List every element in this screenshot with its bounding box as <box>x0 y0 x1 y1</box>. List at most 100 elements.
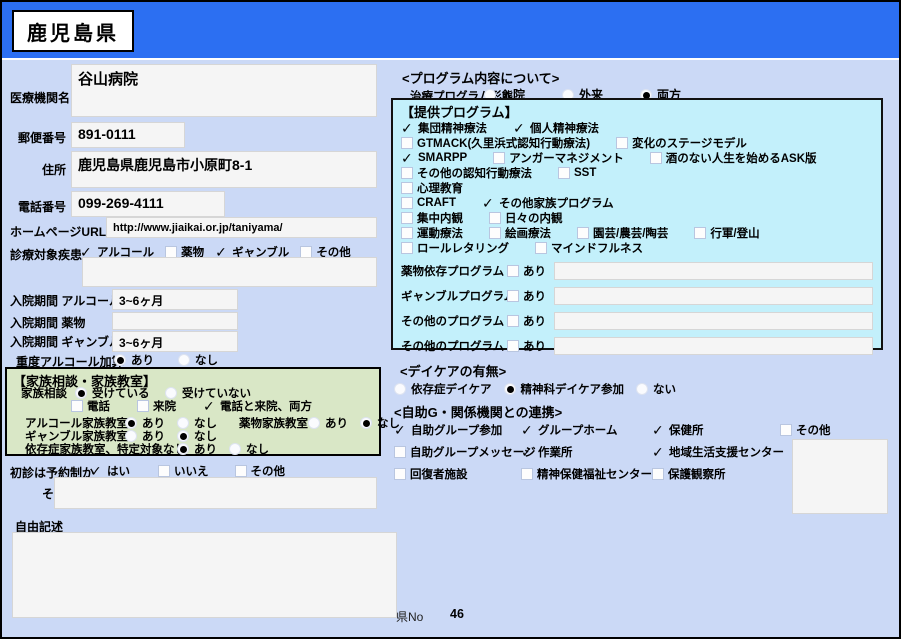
radio-icon <box>114 354 126 366</box>
checkbox-icon <box>401 196 413 209</box>
program-line-input[interactable] <box>554 262 873 280</box>
stay-alcohol-input[interactable]: 3~6ヶ月 <box>112 289 238 310</box>
checkbox-label: 自助グループメッセージ <box>410 447 536 459</box>
stay-gamble-input[interactable]: 3~6ヶ月 <box>112 331 238 352</box>
checkbox-checked[interactable]: ✓ 自助グループ参加 <box>394 422 521 438</box>
checkbox-unchecked[interactable]: 集中内観 <box>401 210 463 226</box>
checkbox-unchecked[interactable]: あり <box>507 263 546 279</box>
checkbox-unchecked[interactable]: SST <box>558 166 596 179</box>
stay-drug-input[interactable] <box>112 312 238 330</box>
program-line-input[interactable] <box>554 312 873 330</box>
checkbox-unchecked[interactable]: 自助グループメッセージ <box>394 444 536 460</box>
phone-input[interactable]: 099-269-4111 <box>71 191 225 217</box>
provided-program-row: その他の認知行動療法 SST <box>401 165 873 180</box>
checkbox-label: 心理教育 <box>417 182 463 195</box>
homepage-url-input[interactable]: http://www.jiaikai.or.jp/taniyama/ <box>106 217 377 238</box>
checkbox-unchecked[interactable]: 日々の内観 <box>489 210 563 226</box>
checkbox-unchecked[interactable]: 園芸/農芸/陶芸 <box>577 225 668 241</box>
checkbox-checked[interactable]: ✓ 集団精神療法 <box>401 120 487 136</box>
checkbox-unchecked[interactable]: あり <box>507 338 546 354</box>
checkbox-checked[interactable]: ✓ 地域生活支援センター <box>652 444 784 460</box>
checkbox-unchecked[interactable]: CRAFT <box>401 196 456 209</box>
checkbox-unchecked[interactable]: 保護観察所 <box>652 466 780 482</box>
radio-unselected[interactable]: ない <box>636 381 676 397</box>
checkbox-unchecked[interactable]: 精神保健福祉センター <box>521 466 652 482</box>
radio-icon <box>360 416 372 429</box>
checkbox-icon <box>694 226 707 239</box>
radio-selected[interactable]: 精神科デイケア参加 <box>503 381 624 397</box>
checkbox-unchecked[interactable]: 回復者施設 <box>394 466 521 482</box>
checkbox-unchecked[interactable]: 絵画療法 <box>489 225 551 241</box>
checkbox-unchecked[interactable]: 電話 <box>71 398 119 414</box>
target-disease-detail-input[interactable] <box>82 257 377 287</box>
prefecture-title: 鹿児島県 <box>12 10 134 52</box>
address-input[interactable]: 鹿児島県鹿児島市小原町8-1 <box>71 151 377 188</box>
checkbox-checked[interactable]: ✓ グループホーム <box>521 422 652 438</box>
provided-program-row: ロールレタリング マインドフルネス <box>401 240 873 255</box>
checkbox-icon <box>401 136 413 149</box>
other-input[interactable] <box>54 477 377 509</box>
checkbox-unchecked[interactable]: あり <box>507 313 546 329</box>
radio-unselected[interactable]: なし <box>178 352 220 368</box>
check-icon: ✓ <box>401 149 413 166</box>
checkbox-unchecked[interactable]: ロールレタリング <box>401 240 509 256</box>
radio-selected[interactable]: あり <box>114 352 156 368</box>
checkbox-icon <box>401 181 413 194</box>
checkbox-unchecked[interactable]: アンガーマネジメント <box>493 150 624 166</box>
checkbox-unchecked[interactable]: GTMACK(久里浜式認知行動療法) <box>401 135 590 151</box>
severe-alcohol-options: あり なし <box>114 352 242 368</box>
checkbox-label: ロールレタリング <box>417 242 509 255</box>
provided-program-title: 【提供プログラム】 <box>401 105 518 120</box>
radio-unselected[interactable]: なし <box>229 441 281 457</box>
program-line-input[interactable] <box>554 287 873 305</box>
radio-icon <box>177 416 189 429</box>
zip-input[interactable]: 891-0111 <box>71 122 185 148</box>
checkbox-unchecked[interactable]: 行軍/登山 <box>694 225 760 241</box>
check-icon: ✓ <box>652 422 664 438</box>
checkbox-unchecked[interactable]: 心理教育 <box>401 180 463 196</box>
checkbox-label: その他の認知行動療法 <box>417 167 532 180</box>
checkbox-icon <box>401 211 413 224</box>
cooperation-other-input[interactable] <box>792 439 888 514</box>
checkbox-unchecked[interactable]: マインドフルネス <box>535 240 643 256</box>
radio-label: 依存症デイケア <box>411 384 492 396</box>
checkbox-checked[interactable]: ✓ その他家族プログラム <box>482 195 614 211</box>
checkbox-unchecked[interactable]: 運動療法 <box>401 225 463 241</box>
checkbox-unchecked[interactable]: その他 <box>780 422 894 438</box>
checkbox-unchecked[interactable]: その他の認知行動療法 <box>401 165 532 181</box>
checkbox-unchecked[interactable]: 来院 <box>137 398 185 414</box>
daycare-options: 依存症デイケア 精神科デイケア参加 ない <box>394 381 688 397</box>
radio-icon <box>177 442 189 455</box>
checkbox-checked[interactable]: ✓ SMARPP <box>401 149 467 166</box>
program-line-label: 薬物依存プログラム <box>401 266 505 278</box>
org-name-input[interactable]: 谷山病院 <box>71 64 377 117</box>
radio-label: あり <box>131 355 154 367</box>
radio-unselected[interactable]: 依存症デイケア <box>394 381 492 397</box>
checkbox-checked[interactable]: ✓ 作業所 <box>521 444 652 460</box>
checkbox-unchecked[interactable]: 変化のステージモデル <box>616 135 747 151</box>
checkbox-icon <box>507 290 519 302</box>
checkbox-checked[interactable]: ✓ 保健所 <box>652 422 780 438</box>
check-icon: ✓ <box>521 422 533 438</box>
program-line: ギャンブルプログラム あり <box>401 287 873 305</box>
radio-icon <box>125 429 137 442</box>
checkbox-checked[interactable]: ✓ 個人精神療法 <box>513 120 599 136</box>
checkbox-checked[interactable]: ✓ 電話と来院、両方 <box>203 398 312 414</box>
provided-program-section: 【提供プログラム】 ✓ 集団精神療法 ✓ 個人精神療法 GTMACK(久里浜式認知行動療… <box>391 98 883 355</box>
cooperation-heading: <自助G・関係機関との連携> <box>394 405 563 420</box>
free-text-area[interactable] <box>12 532 397 618</box>
radio-label: あり <box>194 443 217 456</box>
checkbox-icon <box>394 446 406 458</box>
radio-icon <box>503 383 516 395</box>
checkbox-unchecked[interactable]: 酒のない人生を始めるASK版 <box>649 150 817 166</box>
radio-icon <box>394 383 406 395</box>
checkbox-label: 電話と来院、両方 <box>220 400 312 413</box>
radio-selected[interactable]: あり <box>177 441 229 457</box>
checkbox-unchecked[interactable]: あり <box>507 288 546 304</box>
program-line: その他のプログラム あり <box>401 337 873 355</box>
program-line-input[interactable] <box>554 337 873 355</box>
radio-icon <box>178 354 190 366</box>
radio-icon <box>308 416 320 429</box>
checkbox-icon <box>401 166 413 179</box>
radio-unselected[interactable]: あり <box>308 415 360 431</box>
